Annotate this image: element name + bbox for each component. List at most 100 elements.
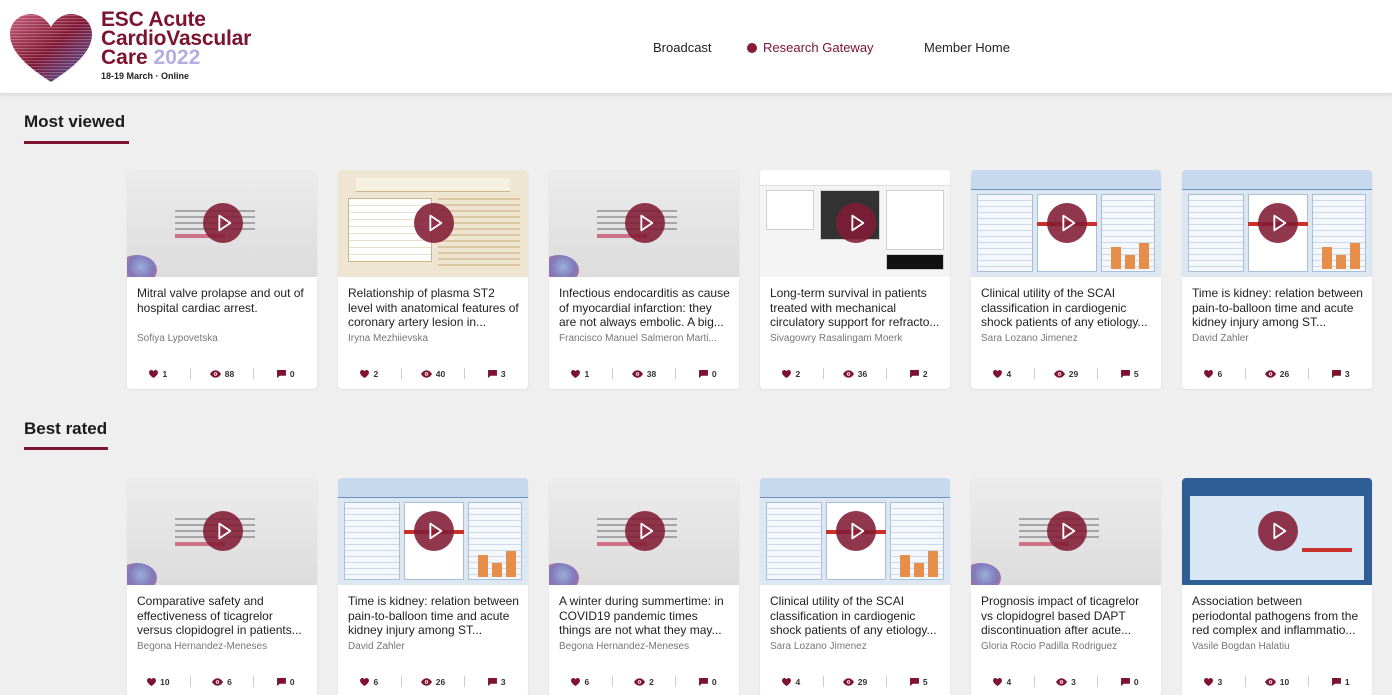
likes-stat[interactable]: 2	[338, 369, 401, 379]
poster-thumbnail[interactable]	[1182, 478, 1372, 585]
comments-stat[interactable]: 3	[465, 369, 528, 379]
comments-stat[interactable]: 1	[1309, 677, 1372, 687]
poster-thumbnail[interactable]	[549, 170, 739, 277]
poster-title[interactable]: Mitral valve prolapse and out of hospita…	[137, 286, 309, 330]
play-icon[interactable]	[625, 203, 665, 243]
poster-card[interactable]: Mitral valve prolapse and out of hospita…	[127, 170, 317, 389]
play-icon[interactable]	[1258, 203, 1298, 243]
poster-thumbnail[interactable]	[971, 478, 1161, 585]
views-count: 29	[1068, 368, 1079, 379]
poster-card[interactable]: Time is kidney: relation between pain-to…	[1182, 170, 1372, 389]
poster-title[interactable]: Comparative safety and effectiveness of …	[137, 594, 309, 638]
comments-stat[interactable]: 0	[1098, 677, 1161, 687]
likes-stat[interactable]: 2	[760, 369, 823, 379]
views-count: 26	[1279, 368, 1290, 379]
poster-card[interactable]: Relationship of plasma ST2 level with an…	[338, 170, 528, 389]
poster-thumbnail[interactable]	[971, 170, 1161, 277]
likes-stat[interactable]: 10	[127, 677, 190, 687]
nav-member-home[interactable]: Member Home	[924, 40, 1010, 55]
play-icon[interactable]	[1047, 511, 1087, 551]
poster-thumbnail[interactable]	[760, 478, 950, 585]
poster-thumbnail[interactable]	[338, 170, 528, 277]
likes-stat[interactable]: 4	[971, 369, 1034, 379]
likes-count: 2	[795, 368, 801, 379]
poster-thumbnail[interactable]	[338, 478, 528, 585]
poster-thumbnail[interactable]	[549, 478, 739, 585]
play-icon[interactable]	[203, 203, 243, 243]
likes-stat[interactable]: 6	[1182, 369, 1245, 379]
comments-stat[interactable]: 0	[254, 677, 317, 687]
play-icon[interactable]	[836, 203, 876, 243]
comments-stat[interactable]: 0	[676, 677, 739, 687]
thumbnail-graphic	[977, 194, 1033, 272]
comments-stat[interactable]: 3	[1309, 369, 1372, 379]
likes-stat[interactable]: 6	[338, 677, 401, 687]
eye-icon	[842, 677, 854, 686]
poster-thumbnail[interactable]	[760, 170, 950, 277]
thumbnail-graphic	[1182, 170, 1372, 190]
poster-title[interactable]: A winter during summertime: in COVID19 p…	[559, 594, 731, 638]
poster-title[interactable]: Prognosis impact of ticagrelor vs clopid…	[981, 594, 1153, 638]
comment-icon	[909, 677, 919, 686]
nav-research-gateway[interactable]: Research Gateway	[747, 40, 874, 55]
comments-stat[interactable]: 0	[254, 369, 317, 379]
poster-stats: 2 40 3	[338, 368, 528, 379]
thumbnail-graphic	[914, 563, 924, 577]
heart-icon	[782, 369, 792, 378]
poster-title[interactable]: Infectious endocarditis as cause of myoc…	[559, 286, 731, 330]
comments-count: 0	[711, 676, 717, 687]
play-icon[interactable]	[203, 511, 243, 551]
poster-thumbnail[interactable]	[127, 478, 317, 585]
poster-title[interactable]: Clinical utility of the SCAI classificat…	[770, 594, 942, 638]
comment-icon	[909, 369, 919, 378]
poster-thumbnail[interactable]	[1182, 170, 1372, 277]
comments-stat[interactable]: 0	[676, 369, 739, 379]
poster-card[interactable]: Time is kidney: relation between pain-to…	[338, 478, 528, 695]
play-icon[interactable]	[625, 511, 665, 551]
nav-research-gateway-label: Research Gateway	[763, 40, 874, 55]
poster-thumbnail[interactable]	[127, 170, 317, 277]
comments-stat[interactable]: 5	[1098, 369, 1161, 379]
event-logo-text[interactable]: ESC Acute CardioVascular Care 2022 18-19…	[101, 9, 251, 82]
poster-card[interactable]: Long-term survival in patients treated w…	[760, 170, 950, 389]
likes-stat[interactable]: 1	[127, 369, 190, 379]
likes-stat[interactable]: 6	[549, 677, 612, 687]
play-icon[interactable]	[836, 511, 876, 551]
thumbnail-graphic	[1139, 243, 1149, 269]
play-icon[interactable]	[414, 511, 454, 551]
likes-stat[interactable]: 4	[971, 677, 1034, 687]
poster-card[interactable]: Association between periodontal pathogen…	[1182, 478, 1372, 695]
likes-stat[interactable]: 4	[760, 677, 823, 687]
poster-card[interactable]: A winter during summertime: in COVID19 p…	[549, 478, 739, 695]
play-icon[interactable]	[1047, 203, 1087, 243]
views-count: 88	[224, 368, 235, 379]
poster-title[interactable]: Time is kidney: relation between pain-to…	[348, 594, 520, 638]
nav-broadcast[interactable]: Broadcast	[653, 40, 712, 55]
poster-card[interactable]: Prognosis impact of ticagrelor vs clopid…	[971, 478, 1161, 695]
poster-author: Sara Lozano Jimenez	[770, 641, 867, 652]
heart-logo-icon[interactable]	[8, 12, 94, 84]
poster-card[interactable]: Infectious endocarditis as cause of myoc…	[549, 170, 739, 389]
comments-stat[interactable]: 5	[887, 677, 950, 687]
play-icon[interactable]	[1258, 511, 1298, 551]
eye-icon	[209, 369, 221, 378]
poster-card[interactable]: Comparative safety and effectiveness of …	[127, 478, 317, 695]
poster-title[interactable]: Time is kidney: relation between pain-to…	[1192, 286, 1364, 330]
poster-author: David Zahler	[1192, 333, 1249, 344]
poster-title[interactable]: Long-term survival in patients treated w…	[770, 286, 942, 330]
play-icon[interactable]	[414, 203, 454, 243]
poster-title[interactable]: Association between periodontal pathogen…	[1192, 594, 1364, 638]
comments-count: 5	[922, 676, 928, 687]
eye-icon	[634, 677, 646, 686]
eye-icon	[1053, 369, 1065, 378]
likes-stat[interactable]: 1	[549, 369, 612, 379]
comments-stat[interactable]: 3	[465, 677, 528, 687]
comments-stat[interactable]: 2	[887, 369, 950, 379]
poster-author: Vasile Bogdan Halatiu	[1192, 641, 1290, 652]
poster-title[interactable]: Clinical utility of the SCAI classificat…	[981, 286, 1153, 330]
poster-title[interactable]: Relationship of plasma ST2 level with an…	[348, 286, 520, 330]
poster-card[interactable]: Clinical utility of the SCAI classificat…	[760, 478, 950, 695]
eye-icon	[1264, 677, 1276, 686]
poster-card[interactable]: Clinical utility of the SCAI classificat…	[971, 170, 1161, 389]
likes-stat[interactable]: 3	[1182, 677, 1245, 687]
